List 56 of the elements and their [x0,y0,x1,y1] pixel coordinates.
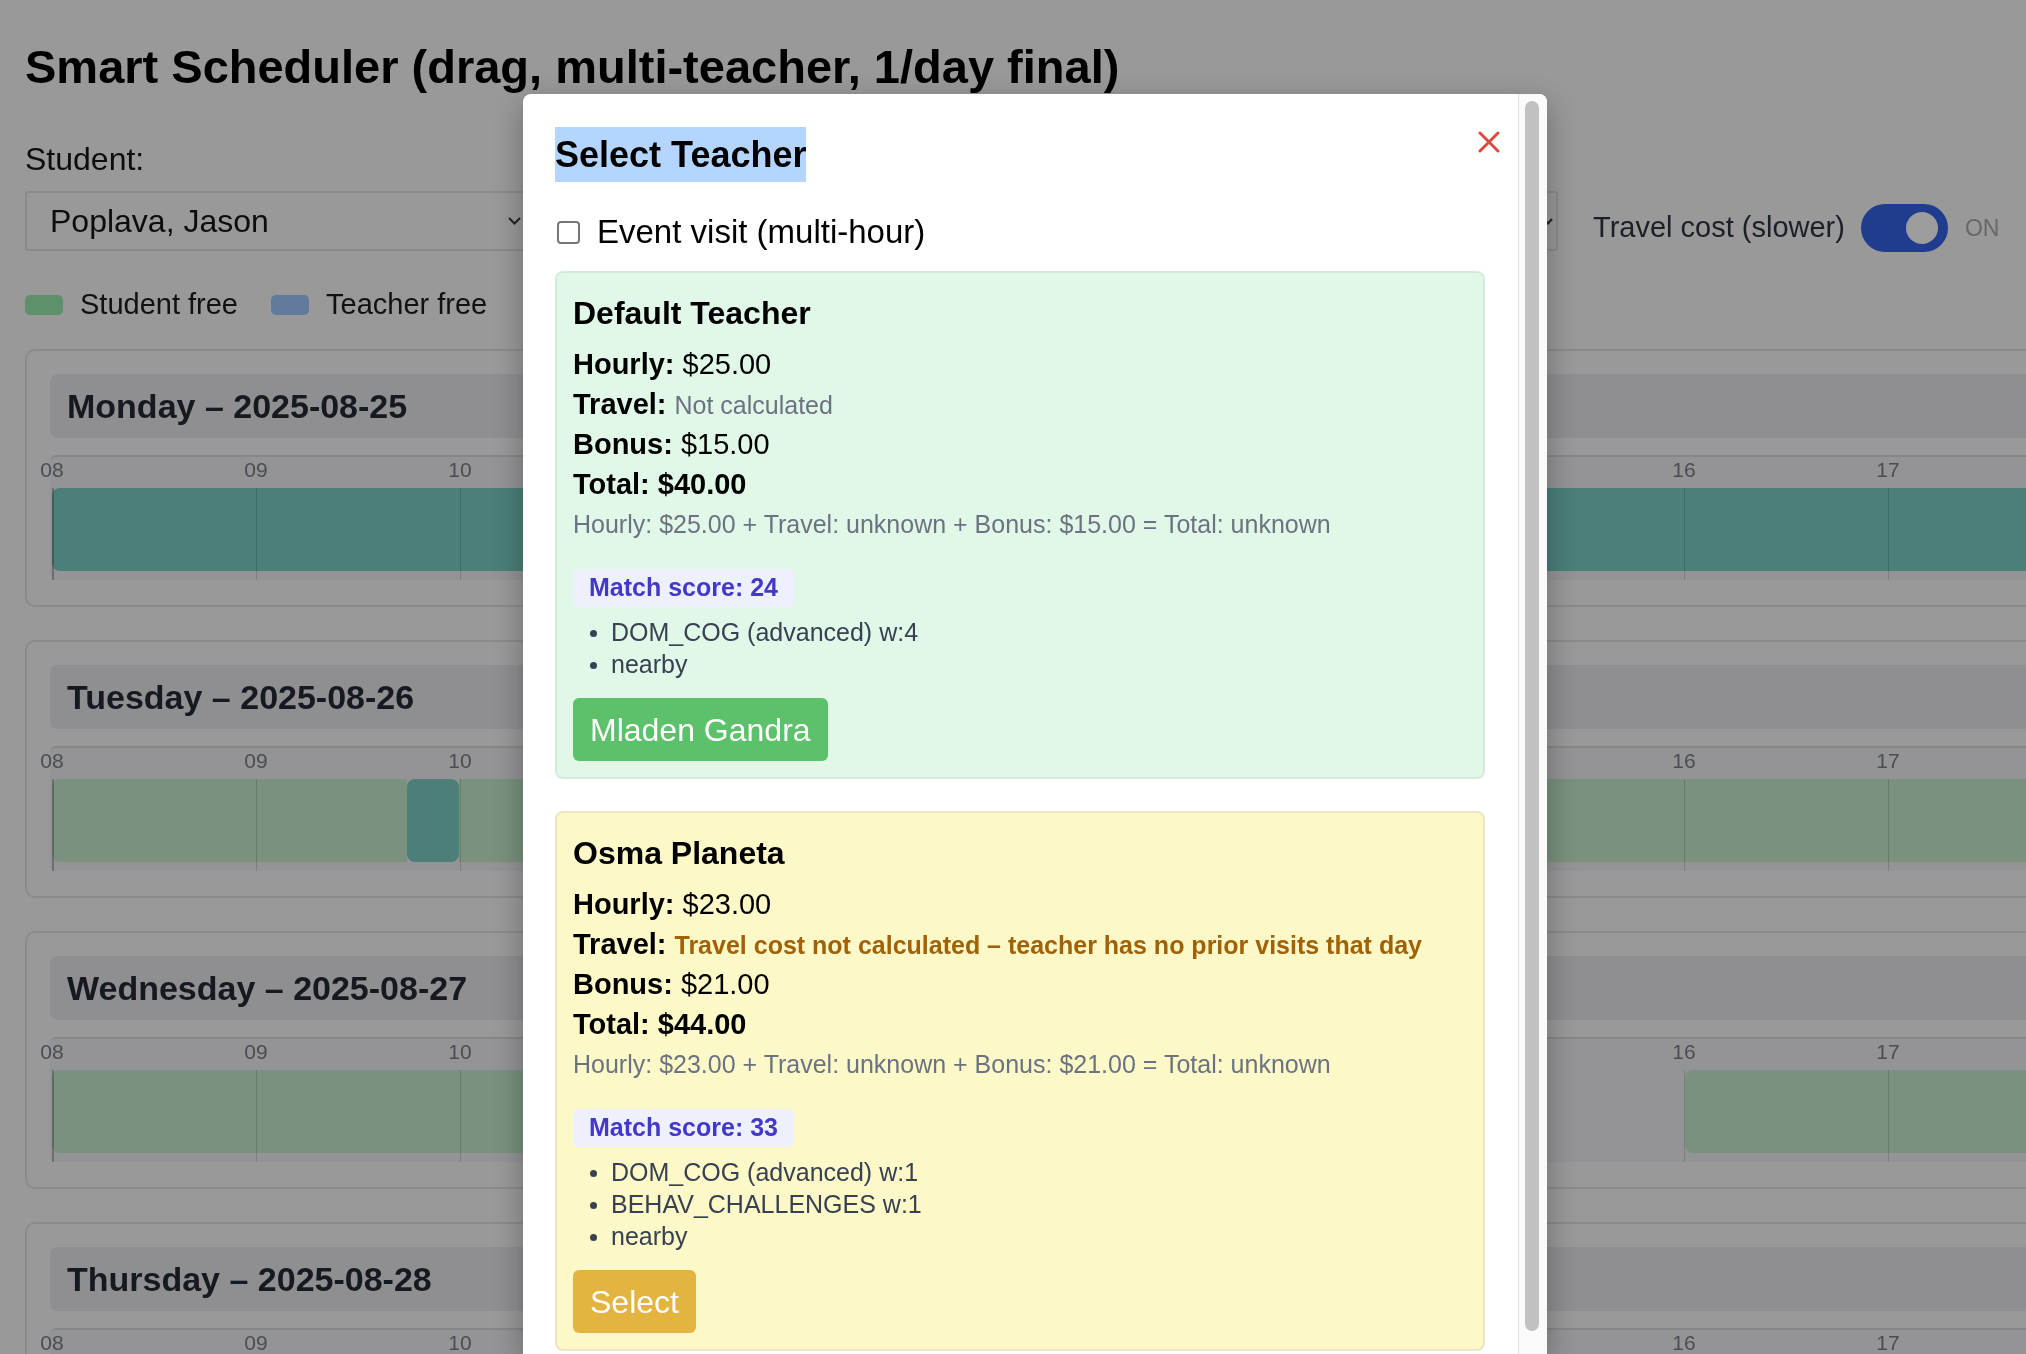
tick-label: 17 [1876,749,1900,773]
tick-label: 16 [1672,1040,1696,1064]
cost-formula: Hourly: $25.00 + Travel: unknown + Bonus: $15.00 = Total: unknown [573,509,1332,540]
close-icon[interactable] [1478,131,1500,153]
teacher-name: Osma Planeta [573,834,786,873]
tick-label: 09 [244,749,268,773]
match-score-badge: Match score: 33 [573,1109,794,1147]
note-text: Not calculated [674,390,833,421]
tick-label: 08 [40,1040,64,1064]
tick-label: 09 [244,458,268,482]
tick-label: 17 [1876,458,1900,482]
tick-label: 08 [40,749,64,773]
bullet-icon [590,1169,597,1177]
checkbox[interactable] [557,220,580,244]
tick-label: 16 [1672,749,1696,773]
modal-title: Select Teacher [555,127,807,182]
field-value: $23.00 [682,887,772,922]
travel-cost-label: Travel cost (slower) [1593,210,1845,246]
legend-label: Student free [80,287,238,323]
tick-label: 10 [448,749,472,773]
field-label: Bonus: [573,967,673,1002]
tick-label: 08 [40,458,64,482]
bullet-icon [590,661,597,669]
tick-label: 09 [244,1331,268,1354]
bullet-icon [590,1233,597,1241]
field-label: Student: [25,140,146,179]
total-value: $40.00 [657,467,747,502]
reason-text: DOM_COG (advanced) w:1 [611,1157,919,1189]
tick-label: 09 [244,1040,268,1064]
tick-label: 10 [448,1040,472,1064]
field-value: $21.00 [680,967,770,1002]
field-label: Hourly: [573,887,675,922]
legend-label: Teacher free [326,287,488,323]
reason-text: DOM_COG (advanced) w:4 [611,617,919,649]
teacher-name: Default Teacher [573,294,812,333]
bullet-icon [590,1201,597,1209]
cost-formula: Hourly: $23.00 + Travel: unknown + Bonus: $21.00 = Total: unknown [573,1049,1332,1080]
scrollbar-thumb[interactable] [1525,101,1539,1331]
tick-label: 08 [40,1331,64,1354]
select-button[interactable]: Mladen Gandra [573,698,828,761]
tick-label: 10 [448,1331,472,1354]
page-title: Smart Scheduler (drag, multi-teacher, 1/day final) [25,41,1121,93]
tick-label: 17 [1876,1040,1900,1064]
tick-label: 10 [448,458,472,482]
toggle-switch[interactable] [1860,204,1948,252]
field-label: Travel: [573,387,667,422]
match-score-badge: Match score: 24 [573,569,794,607]
tick-label: 17 [1876,1331,1900,1354]
field-label: Total: [573,467,650,502]
tick-label: 16 [1672,458,1696,482]
select-button[interactable]: Select [573,1270,696,1333]
tick-label: 16 [1672,1331,1696,1354]
chevron-icon [508,217,521,225]
reason-text: BEHAV_CHALLENGES w:1 [611,1189,922,1221]
bullet-icon [590,629,597,637]
checkbox-label: Event visit (multi-hour) [597,212,926,253]
